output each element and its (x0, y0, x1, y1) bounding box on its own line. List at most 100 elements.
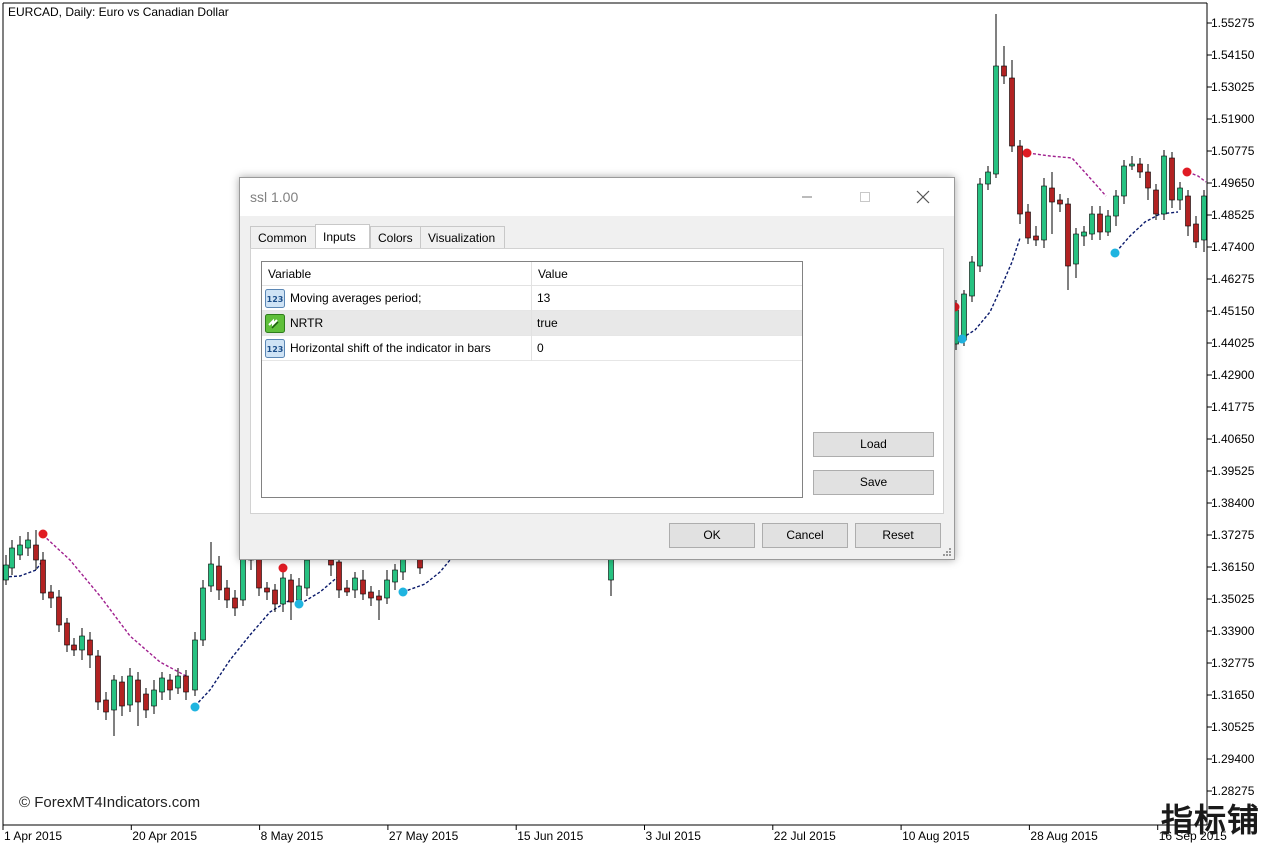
bullish-candle (993, 65, 999, 175)
date-label: 15 Jun 2015 (517, 829, 583, 843)
column-header-variable[interactable]: Variable (262, 262, 530, 286)
sell-signal-dot (278, 563, 288, 573)
bullish-candle (961, 293, 967, 341)
bullish-candle (25, 539, 31, 549)
ssl-up-line (1115, 211, 1179, 253)
price-label: 1.44025 (1211, 336, 1255, 350)
sell-signal-dot (38, 529, 48, 539)
price-label: 1.46275 (1211, 272, 1255, 286)
bullish-candle (1129, 163, 1135, 167)
bullish-candle (200, 587, 206, 641)
inputs-table: Variable Value 123 Moving averages perio… (261, 261, 803, 498)
dialog-title: ssl 1.00 (250, 189, 299, 205)
date-label: 10 Aug 2015 (902, 829, 970, 843)
close-button[interactable] (894, 178, 952, 216)
watermark-text: © ForexMT4Indicators.com (19, 794, 201, 811)
minimize-icon (802, 196, 812, 198)
price-label: 1.49650 (1211, 176, 1255, 190)
table-row[interactable]: 123 Moving averages period; 13 (262, 286, 802, 311)
bullish-candle (969, 261, 975, 297)
ssl-up-line (194, 599, 291, 707)
time-axis: 1 Apr 2015 20 Apr 2015 8 May 2015 27 May 20… (2, 825, 1227, 843)
buy-signal-dot (957, 334, 967, 344)
bullish-candle (1201, 195, 1207, 241)
bearish-candle (1193, 223, 1199, 243)
date-label: 20 Apr 2015 (132, 829, 197, 843)
bearish-candle (1169, 157, 1175, 201)
cell-divider (531, 336, 532, 361)
price-label: 1.55275 (1211, 16, 1255, 30)
resize-grip-icon[interactable] (942, 547, 952, 557)
bearish-candle (1049, 187, 1055, 203)
reset-button[interactable]: Reset (855, 523, 941, 548)
table-row[interactable]: 123 Horizontal shift of the indicator in… (262, 336, 802, 361)
date-label: 8 May 2015 (261, 829, 324, 843)
svg-text:123: 123 (267, 295, 284, 304)
maximize-button[interactable] (836, 178, 894, 216)
cell-divider (531, 311, 532, 336)
price-label: 1.38400 (1211, 496, 1255, 510)
bearish-candle (135, 679, 141, 703)
variable-value[interactable]: 0 (537, 336, 544, 361)
bearish-candle (119, 681, 125, 707)
price-label: 1.42900 (1211, 368, 1255, 382)
bearish-candle (264, 587, 270, 593)
variable-value[interactable]: 13 (537, 286, 550, 311)
price-label: 1.40650 (1211, 432, 1255, 446)
table-row[interactable]: NRTR true (262, 311, 802, 336)
bullish-candle (1041, 185, 1047, 241)
date-label: 28 Aug 2015 (1030, 829, 1098, 843)
tab-colors[interactable]: Colors (370, 226, 421, 248)
table-header: Variable Value (262, 262, 802, 286)
bullish-candle (1073, 233, 1079, 265)
numeric-123-icon: 123 (265, 339, 285, 358)
price-label: 1.41775 (1211, 400, 1255, 414)
ssl-up-line (402, 559, 451, 593)
price-label: 1.50775 (1211, 144, 1255, 158)
sell-signal-dot (1182, 167, 1192, 177)
buy-signal-dot (294, 599, 304, 609)
save-button[interactable]: Save (813, 470, 934, 495)
variable-value[interactable]: true (537, 311, 558, 336)
bullish-candle (400, 557, 406, 573)
bullish-candle (392, 569, 398, 583)
bullish-candle (985, 171, 991, 185)
load-button[interactable]: Load (813, 432, 934, 457)
column-header-value[interactable]: Value (532, 262, 800, 286)
bullish-candle (175, 675, 181, 689)
price-label: 1.30525 (1211, 720, 1255, 734)
tab-visualization[interactable]: Visualization (420, 226, 505, 248)
numeric-123-icon: 123 (265, 289, 285, 308)
bearish-candle (376, 595, 382, 601)
bullish-candle (1081, 231, 1087, 237)
tab-inputs[interactable]: Inputs (315, 224, 370, 250)
bearish-candle (95, 655, 101, 703)
price-label: 1.39525 (1211, 464, 1255, 478)
price-label: 1.33900 (1211, 624, 1255, 638)
cell-divider (531, 286, 532, 311)
bearish-candle (103, 699, 109, 713)
price-label: 1.48525 (1211, 208, 1255, 222)
bullish-candle (296, 585, 302, 601)
ok-button[interactable]: OK (669, 523, 755, 548)
bearish-candle (1001, 65, 1007, 77)
dialog-titlebar[interactable]: ssl 1.00 (240, 178, 954, 216)
bearish-candle (33, 544, 39, 561)
buy-signal-dot (1110, 248, 1120, 258)
tab-common[interactable]: Common (250, 226, 316, 248)
cancel-button[interactable]: Cancel (762, 523, 848, 548)
price-label: 1.29400 (1211, 752, 1255, 766)
price-label: 1.53025 (1211, 80, 1255, 94)
bearish-candle (40, 559, 46, 594)
bearish-candle (368, 591, 374, 599)
bearish-candle (224, 587, 230, 601)
boolean-icon (265, 314, 285, 333)
price-label: 1.54150 (1211, 48, 1255, 62)
bullish-candle (3, 564, 9, 581)
price-label: 1.36150 (1211, 560, 1255, 574)
bullish-candle (159, 677, 165, 693)
minimize-button[interactable] (778, 178, 836, 216)
bearish-candle (143, 693, 149, 711)
date-label: 3 Jul 2015 (646, 829, 702, 843)
corner-logo-text: 指标铺 (1160, 801, 1260, 839)
